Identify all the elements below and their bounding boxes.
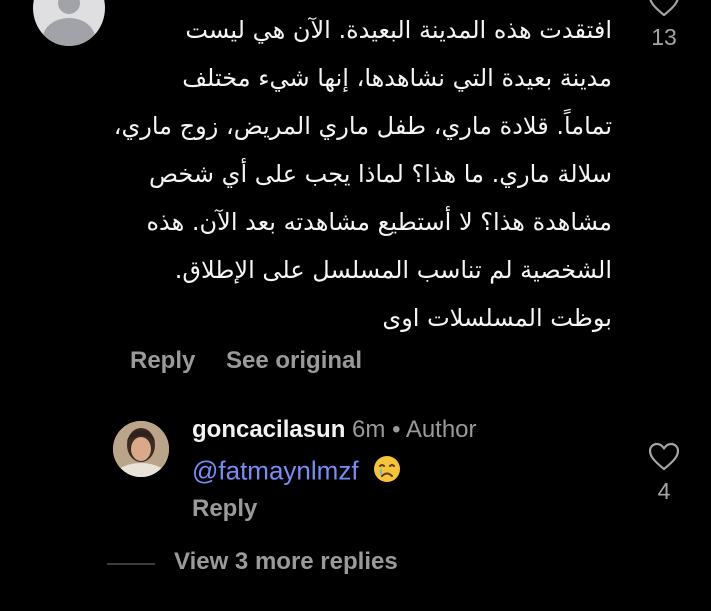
comment-line: افتقدت هذه المدينة البعيدة. الآن هي ليست — [185, 16, 612, 44]
like-count: 4 — [657, 478, 671, 504]
comment-line: مشاهدة هذا؟ لا أستطيع مشاهدته بعد الآن. … — [146, 208, 612, 236]
heart-icon[interactable] — [648, 0, 680, 18]
separator-dot: • — [392, 416, 401, 443]
reply-button[interactable]: Reply — [130, 347, 195, 375]
avatar-body-shape — [43, 18, 95, 46]
view-more-replies-button[interactable]: View 3 more replies — [174, 548, 398, 576]
author-badge: Author — [405, 416, 477, 443]
comment-line: تماماً. قلادة ماري، طفل ماري المريض، زوج… — [113, 112, 612, 140]
mention-link[interactable]: @fatmaynlmzf — [192, 455, 359, 485]
reply-header: goncacilasun 6m • Author — [192, 416, 477, 444]
reply-like: 4 — [634, 442, 694, 505]
see-original-button[interactable]: See original — [226, 347, 362, 375]
timestamp: 6m — [352, 416, 386, 443]
like-count: 13 — [651, 24, 677, 50]
comment-text: افتقدت هذه المدينة البعيدة. الآن هي ليست… — [113, 6, 612, 342]
avatar-photo — [113, 421, 169, 477]
avatar-default[interactable] — [33, 0, 105, 46]
heart-icon[interactable] — [648, 442, 680, 472]
username[interactable]: goncacilasun — [192, 416, 345, 443]
avatar[interactable] — [113, 421, 169, 477]
comment-line: مدينة بعيدة التي نشاهدها، إنها شيء مختلف — [182, 64, 612, 92]
thread-divider — [107, 563, 155, 565]
crying-face-emoji-icon — [372, 454, 402, 491]
comment-like: 13 — [634, 0, 694, 51]
comment-line: سلالة ماري. ما هذا؟ لماذا يجب على أي شخص — [149, 160, 612, 188]
reply-text: @fatmaynlmzf — [192, 454, 402, 491]
reply-button[interactable]: Reply — [192, 495, 257, 523]
comment-line: الشخصية لم تناسب المسلسل على الإطلاق. — [174, 256, 612, 284]
comment-line: بوظت المسلسلات اوى — [382, 304, 612, 332]
avatar-head-shape — [58, 0, 80, 14]
